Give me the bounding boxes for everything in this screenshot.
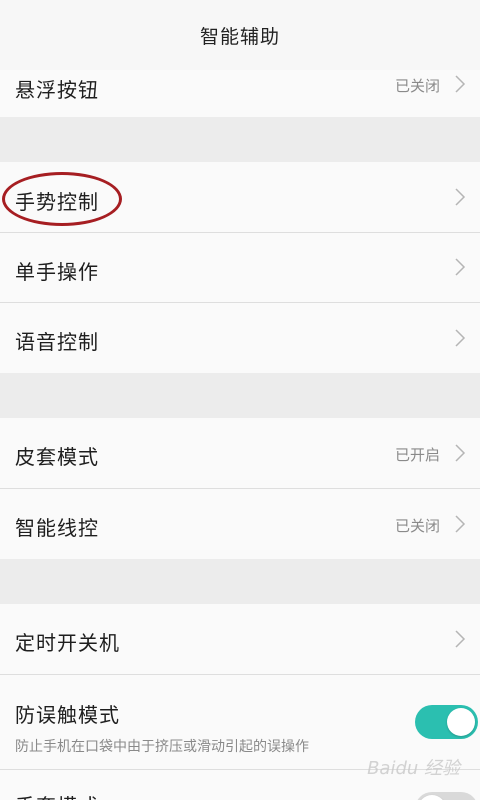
row-label: 手套模式 [15, 790, 99, 800]
settings-row-voice-control[interactable]: 语音控制 [0, 303, 480, 373]
status-text: 已关闭 [394, 517, 440, 535]
row-label: 皮套模式 [15, 445, 99, 469]
chevron-right-icon [455, 188, 466, 206]
row-label: 语音控制 [15, 330, 99, 354]
row-label: 单手操作 [15, 260, 99, 284]
row-label: 悬浮按钮 [15, 78, 99, 102]
section-gap [0, 559, 480, 604]
toggle-knob [418, 795, 446, 800]
chevron-right-icon [455, 258, 466, 276]
row-label: 智能线控 [15, 516, 99, 540]
settings-row-cover-mode[interactable]: 皮套模式 已开启 [0, 418, 480, 488]
row-label: 定时开关机 [15, 631, 120, 655]
chevron-right-icon [455, 515, 466, 533]
glove-mode-toggle[interactable] [415, 792, 478, 800]
status-text: 已开启 [394, 446, 440, 464]
watermark: Baidu 经验 [367, 758, 460, 779]
chevron-right-icon [455, 630, 466, 648]
status-text: 已关闭 [394, 77, 440, 95]
section-gap [0, 373, 480, 418]
toggle-knob [447, 708, 475, 736]
settings-row-one-hand[interactable]: 单手操作 [0, 233, 480, 302]
chevron-right-icon [455, 75, 466, 93]
app-header: 智能辅助 [0, 0, 480, 70]
chevron-right-icon [455, 329, 466, 347]
settings-row-gesture-control[interactable]: 手势控制 [0, 162, 480, 232]
settings-row-scheduled-power[interactable]: 定时开关机 [0, 604, 480, 674]
row-label: 防误触模式 [15, 703, 120, 727]
anti-touch-toggle[interactable] [415, 705, 478, 739]
row-label: 手势控制 [15, 190, 99, 214]
settings-row-smart-wire[interactable]: 智能线控 已关闭 [0, 489, 480, 559]
section-gap [0, 117, 480, 162]
settings-row-float-button[interactable]: 悬浮按钮 已关闭 [0, 70, 480, 117]
page-title: 智能辅助 [199, 25, 280, 48]
row-description: 防止手机在口袋中由于挤压或滑动引起的误操作 [15, 739, 309, 755]
chevron-right-icon [455, 444, 466, 462]
